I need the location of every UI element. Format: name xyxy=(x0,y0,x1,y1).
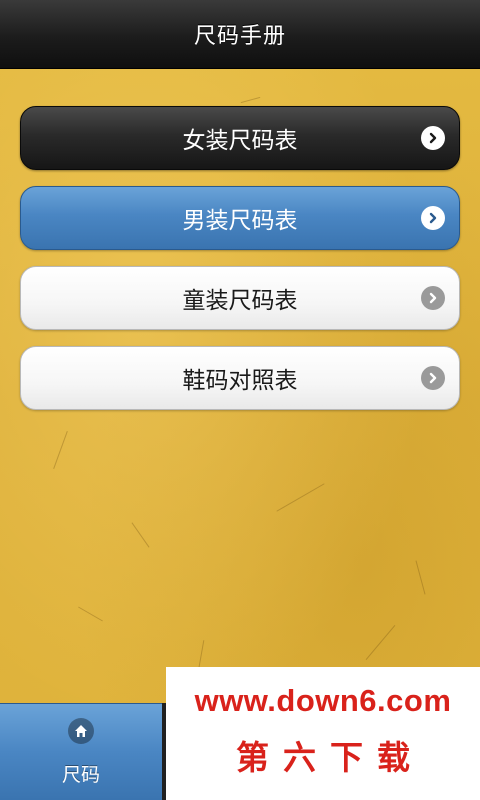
app-screen: 尺码手册 女装尺码表 男装尺码表 童装尺码表 鞋码对照表 尺码 www.down… xyxy=(0,0,480,800)
paper-texture-fiber xyxy=(78,606,103,622)
bottom-tab-bar: 尺码 xyxy=(0,703,166,800)
paper-texture-fiber xyxy=(131,522,150,548)
menu-item-label: 鞋码对照表 xyxy=(182,368,298,394)
page-title: 尺码手册 xyxy=(193,24,286,49)
chevron-right-circle-icon xyxy=(421,206,445,230)
chevron-right-circle-icon xyxy=(421,126,445,150)
paper-texture-fiber xyxy=(415,560,426,595)
tab-label: 尺码 xyxy=(61,764,100,786)
paper-texture-fiber xyxy=(365,624,396,661)
menu-item-label: 男装尺码表 xyxy=(182,208,298,234)
watermark-url: www.down6.com xyxy=(194,683,452,718)
menu-item-womens-size-chart[interactable]: 女装尺码表 xyxy=(20,106,460,170)
watermark-banner: www.down6.com 第六下载 xyxy=(166,667,480,800)
paper-texture-fiber xyxy=(240,96,261,104)
watermark-name: 第六下载 xyxy=(236,738,424,777)
menu-item-label: 女装尺码表 xyxy=(182,128,298,154)
tab-size[interactable]: 尺码 xyxy=(0,703,162,800)
menu-item-kids-size-chart[interactable]: 童装尺码表 xyxy=(20,266,460,330)
app-header: 尺码手册 xyxy=(0,0,480,69)
size-chart-menu: 女装尺码表 男装尺码表 童装尺码表 鞋码对照表 xyxy=(20,106,460,426)
paper-texture-fiber xyxy=(53,431,68,469)
chevron-right-circle-icon xyxy=(421,366,445,390)
chevron-right-circle-icon xyxy=(421,286,445,310)
home-icon xyxy=(68,718,94,744)
menu-item-mens-size-chart[interactable]: 男装尺码表 xyxy=(20,186,460,250)
menu-item-shoe-size-chart[interactable]: 鞋码对照表 xyxy=(20,346,460,410)
paper-texture-fiber xyxy=(276,483,325,512)
menu-item-label: 童装尺码表 xyxy=(182,288,298,314)
